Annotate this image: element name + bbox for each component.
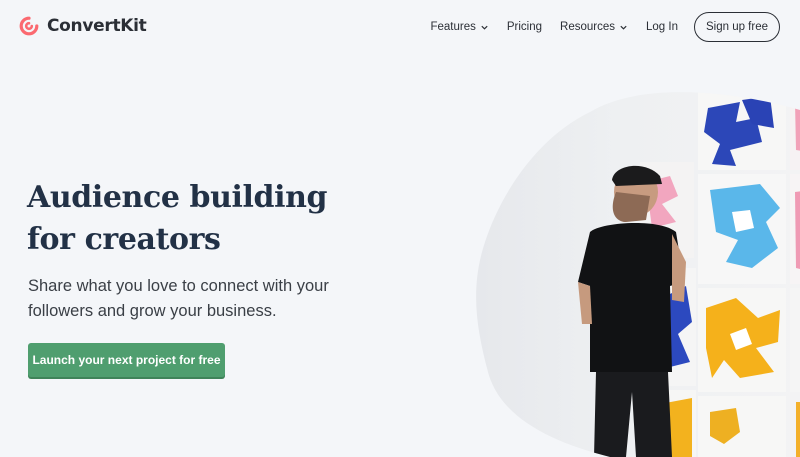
chevron-down-icon: [481, 25, 488, 30]
nav-resources[interactable]: Resources: [551, 12, 637, 42]
site-header: ConvertKit Features Pricing Resources Lo…: [0, 0, 800, 56]
hero-headline: Audience building for creators: [27, 180, 328, 257]
main-nav: Features Pricing Resources Log In Sign u…: [421, 12, 780, 42]
brand-name: ConvertKit: [47, 16, 147, 36]
nav-features-label: Features: [430, 21, 476, 33]
chevron-down-icon: [620, 25, 627, 30]
convertkit-logo-icon: [19, 16, 39, 36]
launch-project-button[interactable]: Launch your next project for free: [28, 343, 225, 377]
hero-subhead: Share what you love to connect with your…: [28, 277, 329, 320]
nav-features[interactable]: Features: [421, 12, 497, 42]
nav-pricing-label: Pricing: [506, 21, 543, 33]
signup-button[interactable]: Sign up free: [693, 12, 780, 42]
nav-login-label: Log In: [646, 21, 678, 33]
nav-pricing[interactable]: Pricing: [498, 12, 551, 42]
artist-painting-illustration: [476, 92, 800, 457]
convertkit-logo[interactable]: ConvertKit: [18, 15, 147, 37]
hero-image: [440, 72, 800, 457]
nav-resources-label: Resources: [560, 21, 615, 33]
nav-login[interactable]: Log In: [637, 12, 687, 42]
